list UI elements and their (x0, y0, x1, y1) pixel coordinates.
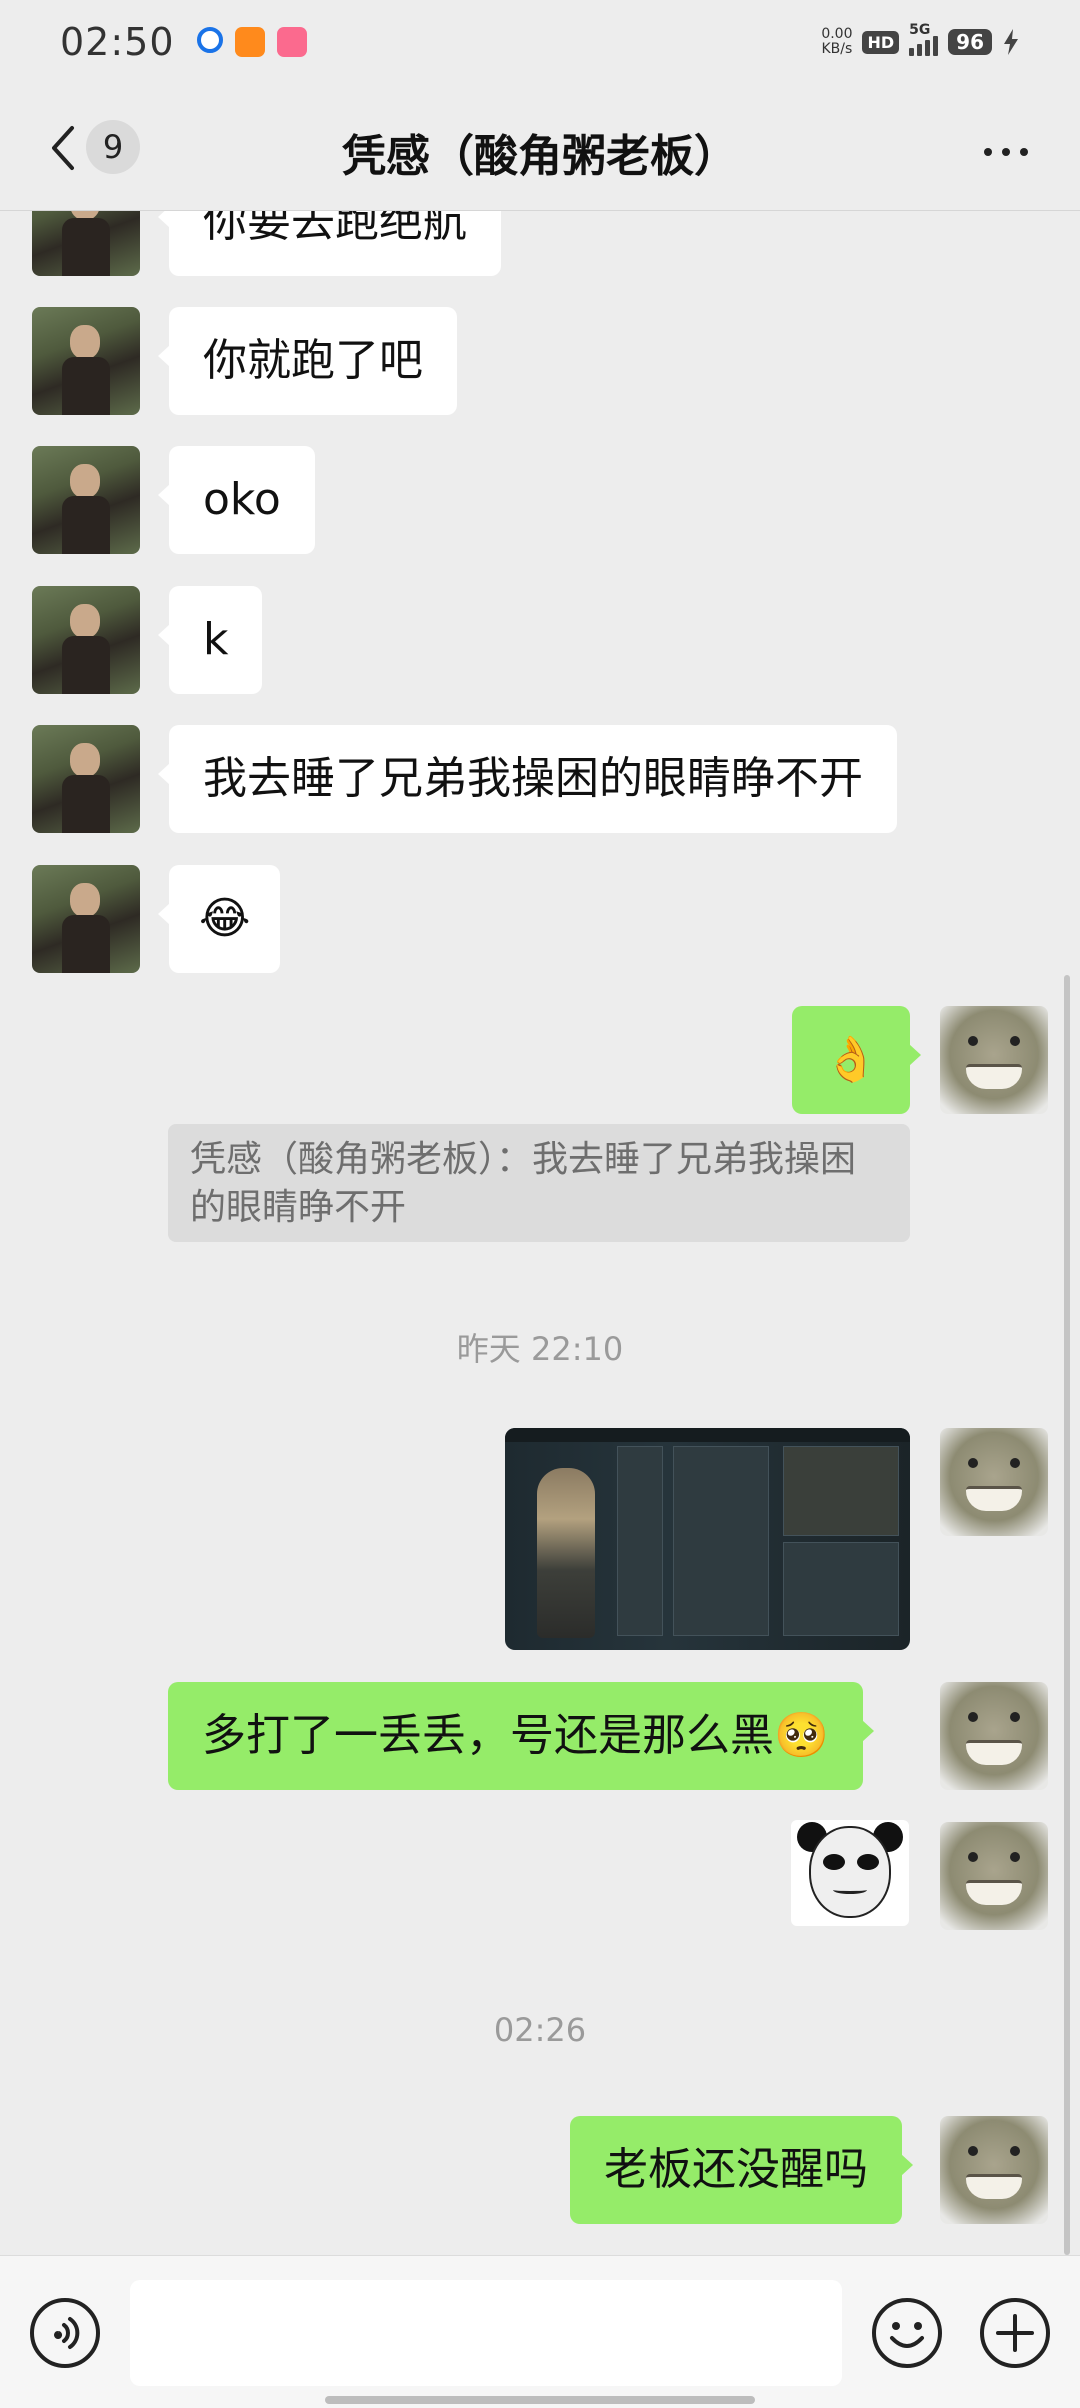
message-bubble-incoming[interactable]: oko (158, 446, 315, 554)
emoji-icon[interactable] (870, 2296, 944, 2370)
timestamp: 昨天 22:10 (456, 1330, 624, 1368)
message-bubble-incoming[interactable]: k (157, 586, 263, 694)
dot-icon (984, 148, 992, 156)
notification-icons (196, 27, 307, 57)
bilibili-icon (276, 27, 307, 57)
message-bubble-incoming[interactable]: 你就跑了吧 (158, 307, 457, 415)
hd-badge: HD (862, 30, 900, 54)
my-avatar[interactable] (940, 1822, 1048, 1930)
my-avatar[interactable] (940, 1006, 1048, 1114)
quoted-message[interactable]: 凭感（酸角粥老板）：我去睡了兄弟我操困的眼睛睁不开 (168, 1124, 910, 1242)
input-bar (0, 2255, 1080, 2408)
message-bubble-incoming[interactable]: 你要去跑绝航 (158, 211, 501, 276)
plus-icon[interactable] (978, 2296, 1052, 2370)
message-bubble-outgoing-emoji[interactable]: 👌 (792, 1006, 921, 1114)
contact-avatar[interactable] (32, 307, 140, 415)
my-avatar[interactable] (940, 1682, 1048, 1790)
more-options-button[interactable] (984, 148, 1028, 156)
dot-icon (1020, 148, 1028, 156)
status-time: 02:50 (60, 20, 175, 64)
my-avatar[interactable] (940, 1428, 1048, 1536)
status-bar: 02:50 0.00 KB/s HD 5G 96 (0, 0, 1080, 84)
battery-icon: 96 (948, 29, 992, 55)
message-input[interactable] (130, 2280, 842, 2386)
status-indicators: 0.00 KB/s HD 5G 96 (821, 22, 1020, 57)
image-message-game-screenshot[interactable] (505, 1428, 910, 1650)
message-bubble-incoming-emoji[interactable]: 😂 (157, 865, 281, 973)
contact-avatar[interactable] (32, 211, 140, 276)
app-icon-orange (234, 27, 265, 57)
contact-avatar[interactable] (32, 446, 140, 554)
message-bubble-outgoing[interactable]: 老板还没醒吗 (570, 2116, 913, 2224)
contact-avatar[interactable] (32, 725, 140, 833)
message-bubble-outgoing[interactable]: 多打了一丢丢，号还是那么黑🥺 (168, 1682, 874, 1790)
contact-avatar[interactable] (32, 865, 140, 973)
contact-avatar[interactable] (32, 586, 140, 694)
net-speed: 0.00 KB/s (821, 26, 853, 57)
charging-bolt-icon (1004, 29, 1018, 55)
chat-title: 凭感（酸角粥老板） (342, 131, 738, 182)
scrollbar[interactable] (1064, 975, 1070, 2255)
app-icon-blue (196, 27, 223, 53)
voice-icon[interactable] (28, 2296, 102, 2370)
chat-history[interactable]: 你要去跑绝航 你就跑了吧 oko k 我去睡了兄弟我操困的眼睛睁不开 😂 👌 凭… (0, 211, 1080, 2255)
signal-icon: 5G (909, 22, 939, 56)
message-bubble-incoming[interactable]: 我去睡了兄弟我操困的眼睛睁不开 (158, 725, 897, 833)
my-avatar[interactable] (940, 2116, 1048, 2224)
home-indicator[interactable] (325, 2396, 755, 2404)
timestamp: 02:26 (493, 2011, 587, 2049)
dot-icon (1002, 148, 1010, 156)
sticker-message-panda[interactable] (791, 1820, 909, 1926)
